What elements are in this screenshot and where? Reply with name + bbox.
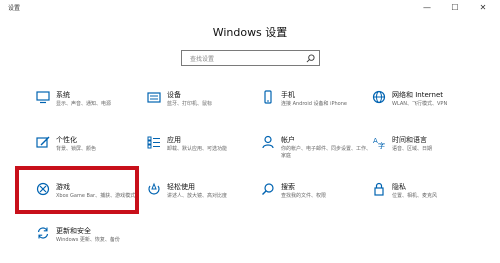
tile-ease-of-access[interactable]: 轻松使用 讲述人、放大镜、高对比度 xyxy=(147,180,259,216)
tile-name: 轻松使用 xyxy=(167,183,195,191)
page-title: Windows 设置 xyxy=(212,26,288,39)
keyboard-icon xyxy=(147,90,161,104)
svg-text:字: 字 xyxy=(378,141,385,149)
tile-desc: 你的帐户、电子邮件、同步设置、工作、家庭 xyxy=(281,146,372,159)
tile-desc: 卸载、默认应用、可选功能 xyxy=(167,146,228,152)
brush-icon xyxy=(36,135,50,149)
apps-list-icon xyxy=(147,135,161,149)
tile-name: 手机 xyxy=(281,91,295,99)
tile-desc: 连接 Android 设备和 iPhone xyxy=(281,101,347,107)
tile-devices[interactable]: 设备 蓝牙、打印机、鼠标 xyxy=(147,88,259,124)
tile-accounts[interactable]: 帐户 你的帐户、电子邮件、同步设置、工作、家庭 xyxy=(261,133,373,169)
title-bar: 设置 — ☐ ✕ xyxy=(0,0,500,16)
tile-update-security[interactable]: 更新和安全 Windows 更新、恢复、备份 xyxy=(36,224,148,260)
gaming-highlight-box xyxy=(15,166,139,214)
search-input[interactable]: 查找设置 xyxy=(181,50,320,66)
search-icon[interactable] xyxy=(306,54,315,63)
tile-name: 个性化 xyxy=(56,136,77,144)
globe-icon xyxy=(372,90,386,104)
window-title: 设置 xyxy=(8,5,21,12)
tile-desc: 显示、声音、通知、电源 xyxy=(56,101,112,107)
tile-desc: 讲述人、放大镜、高对比度 xyxy=(167,193,228,199)
tile-name: 系统 xyxy=(56,91,70,99)
time-language-icon: A字 xyxy=(372,135,386,149)
tile-network[interactable]: 网络和 Internet WLAN、飞行模式、VPN xyxy=(372,88,484,124)
tile-name: 搜索 xyxy=(281,183,295,191)
tile-desc: 蓝牙、打印机、鼠标 xyxy=(167,101,213,107)
tile-system[interactable]: 系统 显示、声音、通知、电源 xyxy=(36,88,148,124)
minimize-button[interactable]: — xyxy=(420,2,434,14)
tile-name: 应用 xyxy=(167,136,181,144)
tile-privacy[interactable]: 隐私 位置、相机、麦克风 xyxy=(372,180,484,216)
tile-personalization[interactable]: 个性化 背景、锁屏、颜色 xyxy=(36,133,148,169)
tile-name: 设备 xyxy=(167,91,181,99)
tile-name: 更新和安全 xyxy=(56,227,91,235)
search-icon xyxy=(261,182,275,196)
tile-name: 隐私 xyxy=(392,183,406,191)
tile-desc: 查找我的文件、权限 xyxy=(281,193,327,199)
tile-name: 时间和语言 xyxy=(392,136,427,144)
search-placeholder: 查找设置 xyxy=(190,56,215,63)
sync-icon xyxy=(36,226,50,240)
person-icon xyxy=(261,135,275,149)
tile-desc: 语音、区域、日期 xyxy=(392,146,433,152)
close-button[interactable]: ✕ xyxy=(476,2,490,14)
monitor-icon xyxy=(36,90,50,104)
tile-time-language[interactable]: A字 时间和语言 语音、区域、日期 xyxy=(372,133,484,169)
tile-desc: WLAN、飞行模式、VPN xyxy=(392,101,448,107)
tile-desc: 背景、锁屏、颜色 xyxy=(56,146,97,152)
phone-icon xyxy=(261,90,275,104)
ease-of-access-icon xyxy=(147,182,161,196)
lock-icon xyxy=(372,182,386,196)
tile-apps[interactable]: 应用 卸载、默认应用、可选功能 xyxy=(147,133,259,169)
tile-desc: 位置、相机、麦克风 xyxy=(392,193,438,199)
maximize-button[interactable]: ☐ xyxy=(448,2,462,14)
tile-name: 网络和 Internet xyxy=(392,91,444,99)
tile-phone[interactable]: 手机 连接 Android 设备和 iPhone xyxy=(261,88,373,124)
tile-search[interactable]: 搜索 查找我的文件、权限 xyxy=(261,180,373,216)
tile-name: 帐户 xyxy=(281,136,295,144)
tile-desc: Windows 更新、恢复、备份 xyxy=(56,237,120,243)
